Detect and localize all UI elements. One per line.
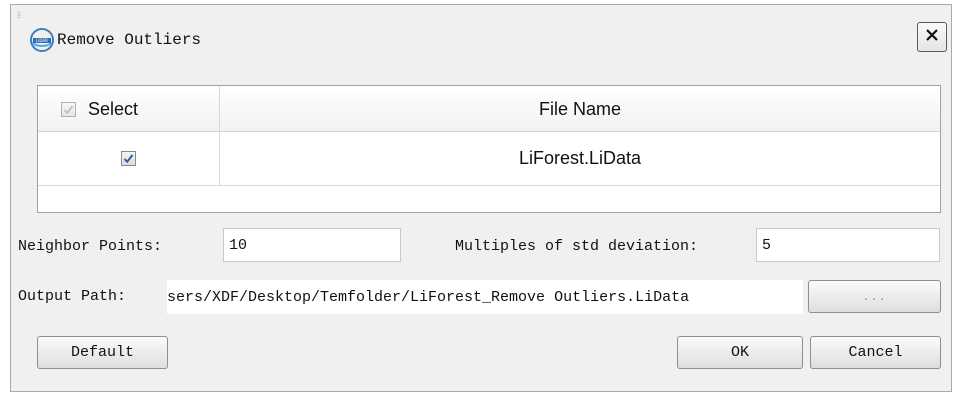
dialog-title: Remove Outliers: [57, 31, 202, 49]
title-bar: LiDAR Remove Outliers: [29, 24, 201, 56]
row-file-name: LiForest.LiData: [518, 148, 642, 168]
checkmark-icon: [63, 104, 74, 114]
ok-button[interactable]: OK: [677, 336, 803, 369]
row-checkbox[interactable]: [121, 151, 136, 166]
select-all-checkbox[interactable]: [61, 101, 76, 117]
file-table: Select File Name LiForest.LiData: [37, 85, 941, 213]
file-name-column-label: File Name: [538, 98, 622, 119]
row-select-cell[interactable]: [38, 132, 219, 185]
checkmark-icon: [123, 154, 134, 164]
default-button[interactable]: Default: [37, 336, 168, 369]
column-header-select[interactable]: Select: [38, 86, 219, 132]
app-logo-icon: LiDAR: [29, 27, 55, 53]
table-row[interactable]: LiForest.LiData: [38, 132, 940, 186]
select-column-label: Select: [88, 98, 139, 119]
table-header: Select File Name: [38, 86, 940, 132]
svg-text:LiDAR: LiDAR: [36, 38, 48, 43]
std-deviation-input[interactable]: [756, 228, 940, 262]
close-icon: [925, 28, 939, 47]
cancel-button-label: Cancel: [848, 344, 903, 361]
output-path-input[interactable]: sers/XDF/Desktop/Temfolder/LiForest_Remo…: [167, 280, 803, 314]
neighbor-points-label: Neighbor Points:: [18, 238, 163, 255]
window-grip: ⁞⁞: [17, 11, 21, 21]
column-header-file-name[interactable]: File Name: [220, 86, 940, 132]
close-button[interactable]: [917, 22, 947, 52]
std-deviation-label: Multiples of std deviation:: [455, 238, 699, 255]
neighbor-points-input[interactable]: [223, 228, 401, 262]
browse-button-label: ...: [862, 289, 887, 304]
ok-button-label: OK: [730, 344, 749, 361]
cancel-button[interactable]: Cancel: [810, 336, 941, 369]
default-button-label: Default: [70, 344, 134, 361]
output-path-label: Output Path:: [18, 288, 127, 305]
browse-button[interactable]: ...: [808, 280, 941, 313]
